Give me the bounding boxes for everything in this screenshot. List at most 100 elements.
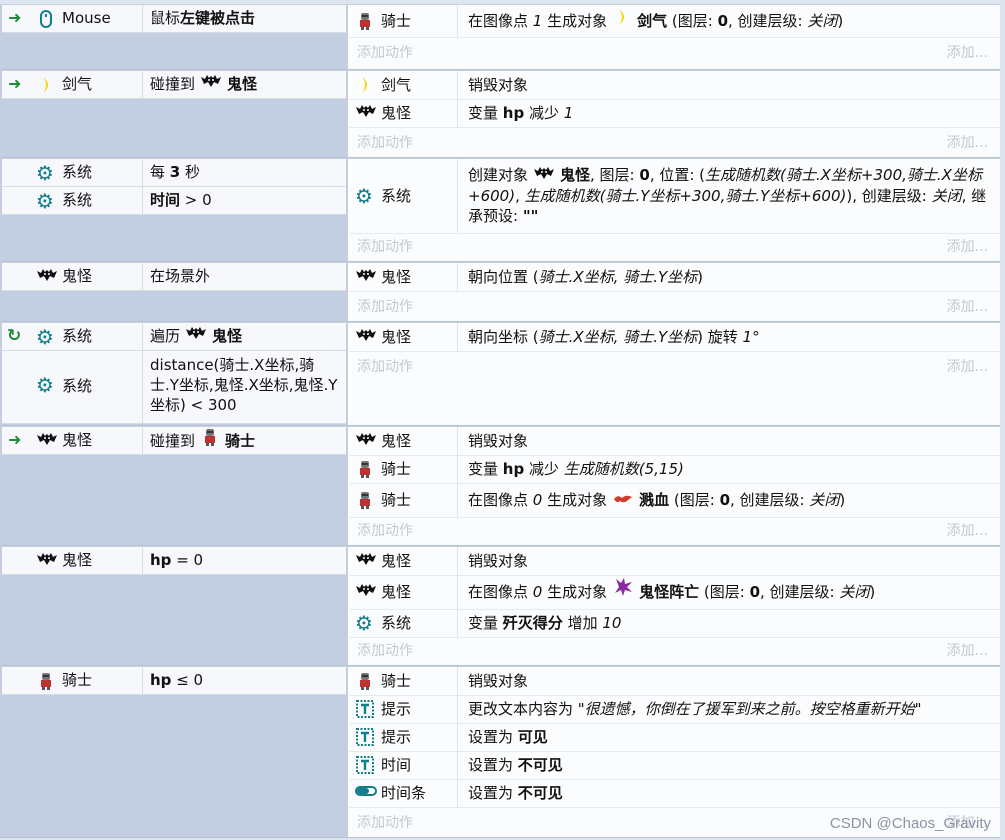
action-text[interactable]: 更改文本内容为 "很遗憾，你倒在了援军到来之前。按空格重新开始" <box>468 695 994 723</box>
action-object[interactable]: ⚙ 系统 <box>353 609 458 637</box>
add-more-link[interactable]: 添加... <box>947 41 988 65</box>
condition-object[interactable]: 骑士 <box>6 667 143 694</box>
action-row[interactable]: 时间条 设置为 不可见 <box>349 779 1000 808</box>
event-block[interactable]: ➜ Mouse 鼠标左键被点击 骑士 在图像点 1 生成对象 剑气 (图层: 0, 创建… <box>0 4 1000 70</box>
action-object[interactable]: ⚙ 系统 <box>353 159 458 233</box>
action-row[interactable]: 鬼怪 在图像点 0 生成对象 鬼怪阵亡 (图层: 0, 创建层级: 关闭) <box>349 575 1000 610</box>
condition-row[interactable]: 鬼怪 在场景外 <box>2 263 346 291</box>
action-text[interactable]: 在图像点 0 生成对象 溅血 (图层: 0, 创建层级: 关闭) <box>468 483 994 517</box>
condition-object[interactable]: ⚙ 系统 <box>6 159 143 186</box>
condition-text[interactable]: 在场景外 <box>150 263 342 290</box>
action-text[interactable]: 在图像点 1 生成对象 剑气 (图层: 0, 创建层级: 关闭) <box>468 5 994 37</box>
action-object[interactable]: 提示 <box>353 695 458 723</box>
condition-text[interactable]: 遍历 鬼怪 <box>150 323 342 350</box>
action-text[interactable]: 设置为 不可见 <box>468 751 994 779</box>
action-row[interactable]: 鬼怪 朝向位置 (骑士.X坐标, 骑士.Y坐标) <box>349 263 1000 292</box>
action-row[interactable]: 骑士 在图像点 1 生成对象 剑气 (图层: 0, 创建层级: 关闭) <box>349 5 1000 38</box>
condition-object[interactable]: 鬼怪 <box>6 547 143 574</box>
condition-text[interactable]: distance(骑士.X坐标,骑士.Y坐标,鬼怪.X坐标,鬼怪.Y坐标) < … <box>150 351 342 427</box>
action-row[interactable]: 剑气 销毁对象 <box>349 71 1000 100</box>
add-action-link[interactable]: 添加动作 <box>357 295 413 319</box>
event-block[interactable]: ↻ ⚙ 系统 遍历 鬼怪 ⚙ 系统 distance(骑士.X坐标,骑士.Y坐标,鬼怪.X坐… <box>0 322 1000 426</box>
action-object[interactable]: 时间条 <box>353 779 458 807</box>
action-row[interactable]: 提示 更改文本内容为 "很遗憾，你倒在了援军到来之前。按空格重新开始" <box>349 695 1000 724</box>
action-row[interactable]: ⚙ 系统 变量 歼灭得分 增加 10 <box>349 609 1000 638</box>
add-more-link[interactable]: 添加... <box>947 131 988 155</box>
add-action-link[interactable]: 添加动作 <box>357 811 413 835</box>
condition-row[interactable]: ↻ ⚙ 系统 遍历 鬼怪 <box>2 323 346 351</box>
add-more-link[interactable]: 添加... <box>947 295 988 319</box>
action-text[interactable]: 设置为 可见 <box>468 723 994 751</box>
add-action-link[interactable]: 添加动作 <box>357 639 413 663</box>
action-row[interactable]: 鬼怪 变量 hp 减少 1 <box>349 99 1000 128</box>
condition-row[interactable]: ➜ 剑气 碰撞到 鬼怪 <box>2 71 346 99</box>
action-text[interactable]: 设置为 不可见 <box>468 779 994 807</box>
action-row[interactable]: 骑士 销毁对象 <box>349 667 1000 696</box>
condition-text[interactable]: 碰撞到 鬼怪 <box>150 71 342 98</box>
action-object[interactable]: 鬼怪 <box>353 575 458 609</box>
event-block[interactable]: 鬼怪 在场景外 鬼怪 朝向位置 (骑士.X坐标, 骑士.Y坐标) 添加动作 添加... <box>0 262 1000 322</box>
action-text[interactable]: 销毁对象 <box>468 667 994 695</box>
event-block[interactable]: ⚙ 系统每 3 秒 ⚙ 系统 时间 > 0 ⚙ 系统 创建对象 鬼怪, 图层: 0, 位置: … <box>0 158 1000 262</box>
condition-text[interactable]: 碰撞到 骑士 <box>150 427 342 454</box>
event-block[interactable]: ➜ 鬼怪 碰撞到 骑士 鬼怪 销毁对象 骑士 变量 hp 减少 生成随机数(5,15) 骑士在… <box>0 426 1000 546</box>
action-object[interactable]: 骑士 <box>353 455 458 483</box>
action-row[interactable]: 鬼怪 销毁对象 <box>349 427 1000 456</box>
action-row[interactable]: 骑士 在图像点 0 生成对象 溅血 (图层: 0, 创建层级: 关闭) <box>349 483 1000 518</box>
condition-row[interactable]: ⚙ 系统 时间 > 0 <box>2 187 346 215</box>
condition-row[interactable]: ⚙ 系统 每 3 秒 <box>2 159 346 187</box>
action-text[interactable]: 变量 hp 减少 1 <box>468 99 994 127</box>
condition-object[interactable]: ⚙ 系统 <box>6 187 143 214</box>
action-row[interactable]: 鬼怪 销毁对象 <box>349 547 1000 576</box>
action-text[interactable]: 变量 歼灭得分 增加 10 <box>468 609 994 637</box>
condition-text[interactable]: hp = 0 <box>150 547 342 574</box>
condition-row[interactable]: 骑士 hp ≤ 0 <box>2 667 346 695</box>
action-object[interactable]: 骑士 <box>353 483 458 517</box>
action-text[interactable]: 创建对象 鬼怪, 图层: 0, 位置: (生成随机数(骑士.X坐标+300,骑士… <box>468 159 994 239</box>
action-object[interactable]: 鬼怪 <box>353 547 458 575</box>
action-row[interactable]: 骑士 变量 hp 减少 生成随机数(5,15) <box>349 455 1000 484</box>
add-action-link[interactable]: 添加动作 <box>357 235 413 259</box>
condition-object[interactable]: ⚙ 系统 <box>6 323 143 350</box>
add-action-link[interactable]: 添加动作 <box>357 519 413 543</box>
add-more-link[interactable]: 添加... <box>947 639 988 663</box>
action-object[interactable]: 鬼怪 <box>353 427 458 455</box>
condition-row[interactable]: ➜ Mouse 鼠标左键被点击 <box>2 5 346 33</box>
condition-object[interactable]: 剑气 <box>6 71 143 98</box>
condition-row[interactable]: ➜ 鬼怪 碰撞到 骑士 <box>2 427 346 455</box>
action-object[interactable]: 骑士 <box>353 5 458 37</box>
action-text[interactable]: 销毁对象 <box>468 547 994 575</box>
add-more-link[interactable]: 添加... <box>947 235 988 259</box>
action-row[interactable]: 提示 设置为 可见 <box>349 723 1000 752</box>
add-action-link[interactable]: 添加动作 <box>357 355 413 379</box>
action-object[interactable]: 鬼怪 <box>353 323 458 351</box>
condition-object[interactable]: Mouse <box>6 5 143 32</box>
action-row[interactable]: 时间 设置为 不可见 <box>349 751 1000 780</box>
condition-row[interactable]: 鬼怪 hp = 0 <box>2 547 346 575</box>
action-row[interactable]: ⚙ 系统 创建对象 鬼怪, 图层: 0, 位置: (生成随机数(骑士.X坐标+300… <box>349 159 1000 234</box>
action-text[interactable]: 在图像点 0 生成对象 鬼怪阵亡 (图层: 0, 创建层级: 关闭) <box>468 575 994 609</box>
event-block[interactable]: 骑士 hp ≤ 0 骑士 销毁对象 提示 更改文本内容为 "很遗憾，你倒在了援军到来之前。… <box>0 666 1000 838</box>
action-object[interactable]: 剑气 <box>353 71 458 99</box>
action-object[interactable]: 时间 <box>353 751 458 779</box>
action-object[interactable]: 骑士 <box>353 667 458 695</box>
condition-object[interactable]: 鬼怪 <box>6 427 143 454</box>
add-action-link[interactable]: 添加动作 <box>357 131 413 155</box>
action-text[interactable]: 朝向位置 (骑士.X坐标, 骑士.Y坐标) <box>468 263 994 291</box>
action-row[interactable]: 鬼怪 朝向坐标 (骑士.X坐标, 骑士.Y坐标) 旋转 1° <box>349 323 1000 352</box>
event-block[interactable]: ➜ 剑气 碰撞到 鬼怪 剑气 销毁对象 鬼怪 变量 hp 减少 1 添加动作 添加... <box>0 70 1000 158</box>
condition-row[interactable]: ⚙ 系统 distance(骑士.X坐标,骑士.Y坐标,鬼怪.X坐标,鬼怪.Y坐标)… <box>2 351 346 424</box>
add-action-link[interactable]: 添加动作 <box>357 41 413 65</box>
event-block[interactable]: 鬼怪 hp = 0 鬼怪 销毁对象 鬼怪 在图像点 0 生成对象 鬼怪阵亡 (图层: 0,… <box>0 546 1000 666</box>
action-text[interactable]: 销毁对象 <box>468 427 994 455</box>
add-more-link[interactable]: 添加... <box>947 519 988 543</box>
condition-text[interactable]: 时间 > 0 <box>150 187 342 214</box>
condition-text[interactable]: 鼠标左键被点击 <box>150 5 342 32</box>
action-text[interactable]: 销毁对象 <box>468 71 994 99</box>
action-object[interactable]: 鬼怪 <box>353 99 458 127</box>
action-object[interactable]: 鬼怪 <box>353 263 458 291</box>
action-object[interactable]: 提示 <box>353 723 458 751</box>
condition-object[interactable]: 鬼怪 <box>6 263 143 290</box>
condition-text[interactable]: hp ≤ 0 <box>150 667 342 694</box>
condition-text[interactable]: 每 3 秒 <box>150 159 342 186</box>
